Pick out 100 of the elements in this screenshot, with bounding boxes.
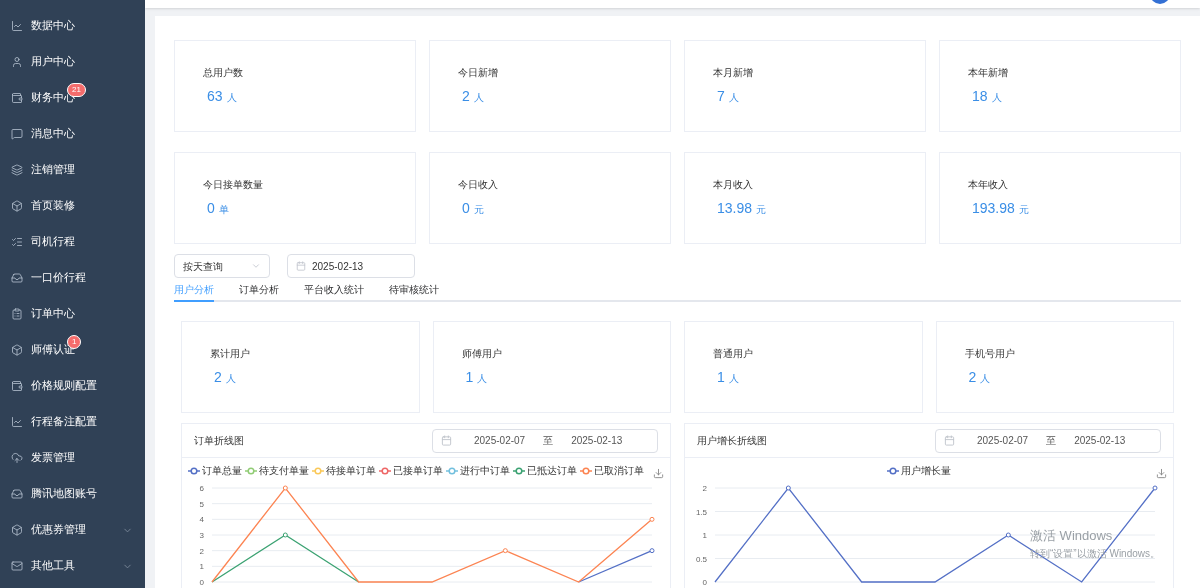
y-tick-label: 1 xyxy=(199,562,205,572)
stat-label: 普通用户 xyxy=(713,347,754,361)
download-icon[interactable] xyxy=(1156,468,1167,479)
sidebar-item[interactable]: 一口价行程 xyxy=(0,260,145,296)
y-tick-label: 1 xyxy=(702,531,708,540)
tab[interactable]: 待审核统计 xyxy=(389,282,439,302)
legend-label[interactable]: 已取消订单 xyxy=(594,464,644,479)
legend-label[interactable]: 订单总量 xyxy=(202,464,242,479)
download-icon[interactable] xyxy=(653,468,664,479)
legend-label[interactable]: 已抵达订单 xyxy=(527,464,577,479)
sidebar-item[interactable]: 订单中心 xyxy=(0,296,145,332)
stat-value: 63 xyxy=(207,87,223,106)
activation-title: 激活 Windows xyxy=(1030,527,1114,545)
tab[interactable]: 平台收入统计 xyxy=(304,282,364,302)
stat-unit: 元 xyxy=(756,203,767,217)
stat-label: 累计用户 xyxy=(210,347,251,361)
sidebar-item[interactable]: 数据中心 xyxy=(0,8,145,44)
layers-icon xyxy=(11,164,23,176)
stat-unit: 人 xyxy=(225,372,236,386)
chart-icon xyxy=(11,416,23,428)
legend-label[interactable]: 待支付单量 xyxy=(259,464,309,479)
y-tick-label: 3 xyxy=(199,531,205,540)
y-tick-label: 0 xyxy=(199,578,205,587)
query-mode-select[interactable]: 按天查询 xyxy=(174,254,270,278)
clipboard-icon xyxy=(11,308,23,320)
stat-value: 13.98 xyxy=(717,199,753,218)
stat-value: 0 xyxy=(207,199,215,218)
y-tick-label: 6 xyxy=(199,484,205,493)
stat-value: 2 xyxy=(462,87,470,106)
stat-label: 本月新增 xyxy=(713,66,754,80)
sidebar-item[interactable]: 其他工具 xyxy=(0,548,145,584)
stat-label: 今日收入 xyxy=(458,178,499,192)
stat-value: 0 xyxy=(462,199,470,218)
stat-unit: 元 xyxy=(1018,203,1029,217)
stat-value: 1 xyxy=(717,368,725,387)
stat-value: 7 xyxy=(717,87,725,106)
chart-title: 订单折线图 xyxy=(194,434,244,448)
stat-unit: 人 xyxy=(226,91,237,105)
y-tick-label: 0 xyxy=(702,578,708,587)
wallet-icon xyxy=(11,92,23,104)
stat-value: 18 xyxy=(972,87,988,106)
sidebar-item[interactable]: 首页装修 xyxy=(0,188,145,224)
sidebar-item[interactable]: 优惠券管理 xyxy=(0,512,145,548)
sidebar-item[interactable]: 价格规则配置 xyxy=(0,368,145,404)
stat-label: 手机号用户 xyxy=(964,347,1016,361)
user-icon xyxy=(11,56,23,68)
date-range-field[interactable]: 2025-02-07 至 2025-02-13 xyxy=(432,428,658,453)
y-tick-label: 4 xyxy=(199,515,205,525)
stat-label: 本年收入 xyxy=(968,178,1009,192)
sidebar-item[interactable]: 发票管理 xyxy=(0,440,145,476)
stat-value: 1 xyxy=(465,368,474,387)
stat-unit: 单 xyxy=(218,203,229,217)
stat-unit: 元 xyxy=(473,203,484,217)
inbox-icon xyxy=(11,272,23,284)
box-icon xyxy=(11,344,23,356)
sidebar-item[interactable]: 腾讯地图账号 xyxy=(0,476,145,512)
calendar-icon xyxy=(944,435,955,446)
sidebar-item[interactable]: 用户中心 xyxy=(0,44,145,80)
mail-icon xyxy=(11,560,23,572)
stat-unit: 人 xyxy=(728,91,739,105)
legend-label[interactable]: 已接单订单 xyxy=(393,464,443,479)
y-tick-label: 2 xyxy=(199,546,205,556)
calendar-icon xyxy=(296,261,306,271)
sidebar-item[interactable]: 消息中心 xyxy=(0,116,145,152)
stat-unit: 人 xyxy=(477,372,488,386)
stat-label: 今日新增 xyxy=(458,66,499,80)
chevron-icon xyxy=(251,261,261,271)
legend-label[interactable]: 用户增长量 xyxy=(901,464,951,479)
sidebar-item[interactable]: 行程备注配置 xyxy=(0,404,145,440)
stat-label: 总用户数 xyxy=(203,66,244,80)
y-tick-label: 1.5 xyxy=(695,507,708,517)
stat-unit: 人 xyxy=(991,91,1002,105)
stat-value: 2 xyxy=(968,368,977,387)
legend-label[interactable]: 进行中订单 xyxy=(460,464,510,479)
box-icon xyxy=(11,200,23,212)
legend-label[interactable]: 待接单订单 xyxy=(326,464,376,479)
stat-label: 今日接单数量 xyxy=(203,178,264,192)
wallet-icon xyxy=(11,380,23,392)
cloud-upload-icon xyxy=(11,452,23,464)
y-tick-label: 2 xyxy=(702,484,708,493)
y-tick-label: 5 xyxy=(199,499,205,509)
stat-label: 本年新增 xyxy=(968,66,1009,80)
sidebar-item[interactable]: 注销管理 xyxy=(0,152,145,188)
stat-label: 本月收入 xyxy=(713,178,754,192)
inbox-icon xyxy=(11,488,23,500)
sidebar-item[interactable]: 司机行程 xyxy=(0,224,145,260)
calendar-icon xyxy=(441,435,452,446)
chart-title: 用户增长折线图 xyxy=(697,434,767,448)
stat-value: 193.98 xyxy=(972,199,1015,218)
chart-icon xyxy=(11,20,23,32)
stat-value: 2 xyxy=(214,368,222,387)
stat-unit: 人 xyxy=(728,372,739,386)
list-icon xyxy=(11,236,23,248)
date-range-field[interactable]: 2025-02-07 至 2025-02-13 xyxy=(935,428,1161,453)
y-tick-label: 0.5 xyxy=(695,554,708,564)
box-icon xyxy=(11,524,23,536)
tab[interactable]: 订单分析 xyxy=(239,282,279,302)
stat-unit: 人 xyxy=(980,372,991,386)
stat-unit: 人 xyxy=(473,91,484,105)
date-field[interactable]: 2025-02-13 xyxy=(287,254,415,278)
